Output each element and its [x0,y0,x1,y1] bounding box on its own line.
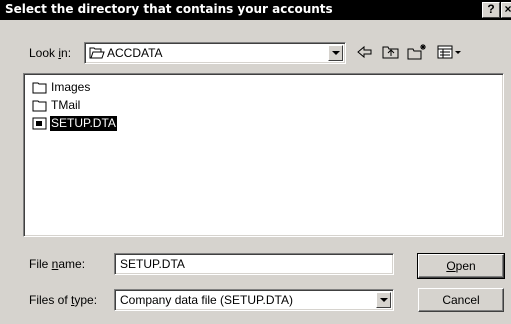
files-of-type-value: Company data file (SETUP.DTA) [120,293,293,307]
help-button[interactable]: ? [482,2,500,18]
files-of-type-dropdown-button[interactable] [376,292,391,308]
look-in-dropdown-button[interactable] [328,45,343,61]
files-of-type-label: Files of type: [29,293,98,307]
cancel-button[interactable]: Cancel [418,288,504,312]
data-file-icon [32,117,48,133]
file-list[interactable]: Images TMail SETUP.DTA [23,73,504,237]
up-one-level-icon[interactable] [380,42,402,62]
back-arrow-icon[interactable] [354,42,376,62]
new-folder-icon[interactable] [406,42,430,62]
close-icon: × [504,2,511,16]
file-name-label: File name: [29,257,86,271]
folder-icon [32,81,48,97]
view-menu-icon[interactable] [436,42,464,62]
close-button[interactable]: × [501,2,511,18]
file-name-input[interactable]: SETUP.DTA [114,253,394,275]
file-name-value: SETUP.DTA [120,257,185,271]
title-bar: Select the directory that contains your … [0,0,511,20]
folder-open-icon [89,46,105,63]
help-icon: ? [487,2,495,16]
files-of-type-dropdown[interactable]: Company data file (SETUP.DTA) [114,289,394,311]
look-in-value: ACCDATA [107,46,163,60]
window-title: Select the directory that contains your … [5,2,333,16]
look-in-label: Look in: [29,46,72,60]
open-button[interactable]: Open [417,253,505,279]
look-in-dropdown[interactable]: ACCDATA [84,42,346,64]
folder-icon [32,99,48,115]
